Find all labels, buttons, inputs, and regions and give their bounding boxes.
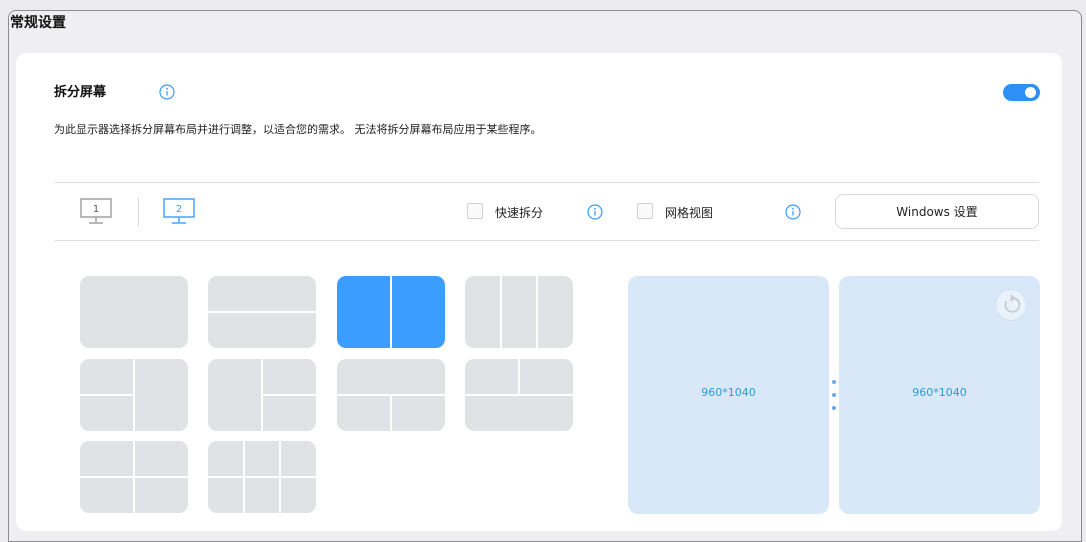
layout-full[interactable] xyxy=(80,276,188,348)
layout-divider xyxy=(133,359,135,431)
layout-divider xyxy=(208,476,316,478)
layout-divider xyxy=(518,359,520,395)
screen-resolution: 960*1040 xyxy=(912,386,967,399)
screen-resolution: 960*1040 xyxy=(701,386,756,399)
info-icon[interactable] xyxy=(159,84,175,100)
quick-split-info-icon[interactable] xyxy=(587,204,603,220)
section-title: 拆分屏幕 xyxy=(54,85,107,100)
layout-left-right-split-rows[interactable] xyxy=(208,359,316,431)
resize-handle-dot[interactable] xyxy=(832,393,836,397)
divider xyxy=(55,240,1039,241)
layout-top-bottom[interactable] xyxy=(208,276,316,348)
toggle-knob xyxy=(1025,87,1036,98)
layout-divider xyxy=(133,441,135,513)
section-description: 为此显示器选择拆分屏幕布局并进行调整，以适合您的需求。 无法将拆分屏幕布局应用于… xyxy=(54,123,542,136)
layout-four-quadrants[interactable] xyxy=(80,441,188,513)
window-title: 常规设置 xyxy=(10,15,66,31)
layout-top-full-bottom-two[interactable] xyxy=(337,359,445,431)
layout-divider xyxy=(390,395,392,431)
reset-button[interactable] xyxy=(995,289,1027,321)
layout-divider xyxy=(262,394,316,396)
layout-divider xyxy=(536,276,538,348)
grid-view-label: 网格视图 xyxy=(665,206,714,220)
monitor-1-icon[interactable]: 1 xyxy=(80,198,112,226)
layout-left-right[interactable] xyxy=(337,276,445,348)
split-screen-toggle[interactable] xyxy=(1003,84,1040,101)
refresh-icon xyxy=(1004,294,1021,313)
monitor-2-icon[interactable]: 2 xyxy=(163,198,195,226)
layout-divider xyxy=(243,441,245,513)
divider xyxy=(55,182,1039,183)
layout-divider xyxy=(279,441,281,513)
layout-divider xyxy=(390,276,392,348)
layout-top-two-bottom-full[interactable] xyxy=(465,359,573,431)
layout-six-grid[interactable] xyxy=(208,441,316,513)
resize-handle-dot[interactable] xyxy=(832,406,836,410)
layout-three-columns[interactable] xyxy=(465,276,573,348)
monitor-separator xyxy=(138,198,139,226)
monitor-2-label: 2 xyxy=(176,204,182,215)
grid-view-checkbox[interactable] xyxy=(637,203,653,219)
monitor-1-label: 1 xyxy=(93,204,99,215)
layout-left-half-right-top-bottom[interactable] xyxy=(80,359,188,431)
layout-divider xyxy=(80,394,134,396)
grid-view-info-icon[interactable] xyxy=(785,204,801,220)
layout-divider xyxy=(500,276,502,348)
preview-screen-left[interactable]: 960*1040 xyxy=(628,276,829,514)
quick-split-checkbox[interactable] xyxy=(467,203,483,219)
layout-divider xyxy=(465,394,573,396)
layout-divider xyxy=(208,311,316,313)
quick-split-label: 快速拆分 xyxy=(495,206,544,220)
windows-settings-button[interactable]: Windows 设置 xyxy=(835,194,1039,229)
resize-handle-dot[interactable] xyxy=(832,380,836,384)
